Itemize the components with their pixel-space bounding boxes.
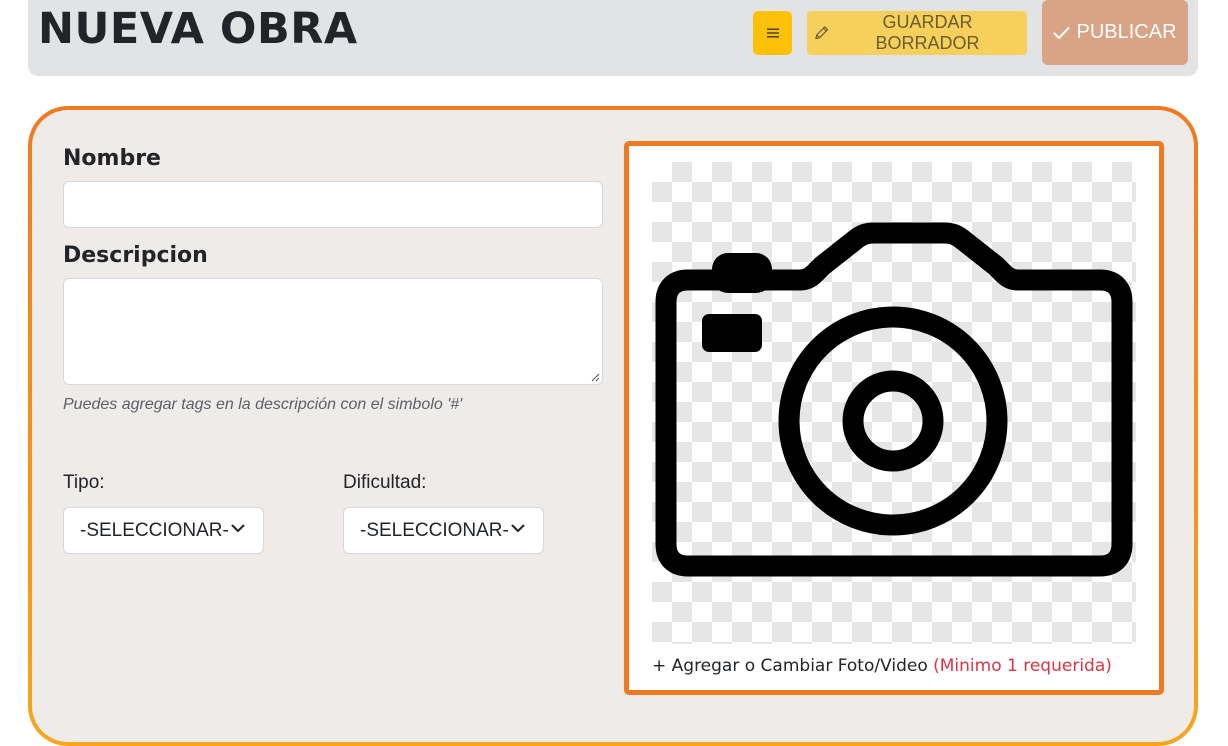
new-work-card: Nombre Descripcion Puedes agregar tags e… — [28, 106, 1198, 746]
type-select[interactable]: -SELECCIONAR- — [63, 507, 264, 554]
top-header: NUEVA OBRA GUARDAR BORRADOR PUBLICAR — [28, 0, 1198, 76]
check-icon — [1053, 26, 1070, 39]
chevron-down-icon — [231, 524, 245, 532]
difficulty-select[interactable]: -SELECCIONAR- — [343, 507, 544, 554]
description-field[interactable] — [63, 278, 603, 385]
publish-label: PUBLICAR — [1076, 21, 1177, 43]
save-draft-label: GUARDAR BORRADOR — [875, 12, 980, 53]
photo-caption: + Agregar o Cambiar Foto/Video (Minimo 1… — [652, 656, 1112, 676]
hamburger-icon — [766, 28, 779, 38]
camera-icon — [655, 222, 1133, 577]
type-selected-value: -SELECCIONAR- — [80, 519, 229, 541]
transparent-preview — [652, 162, 1136, 644]
page-title: NUEVA OBRA — [38, 4, 358, 54]
add-photo-label[interactable]: + Agregar o Cambiar Foto/Video — [652, 656, 928, 676]
photo-upload-area[interactable]: + Agregar o Cambiar Foto/Video (Minimo 1… — [624, 141, 1164, 695]
difficulty-selected-value: -SELECCIONAR- — [360, 519, 509, 541]
type-label: Tipo: — [63, 472, 105, 493]
description-help-text: Puedes agregar tags en la descripción co… — [63, 396, 463, 413]
save-draft-button[interactable]: GUARDAR BORRADOR — [807, 11, 1027, 55]
name-field[interactable] — [63, 181, 603, 228]
resize-handle-icon[interactable] — [590, 372, 600, 382]
description-label: Descripcion — [63, 243, 208, 268]
pencil-icon — [815, 26, 829, 40]
chevron-down-icon — [511, 524, 525, 532]
menu-button[interactable] — [753, 11, 792, 55]
publish-button[interactable]: PUBLICAR — [1042, 0, 1188, 65]
name-label: Nombre — [63, 146, 161, 171]
card-body: Nombre Descripcion Puedes agregar tags e… — [32, 110, 1194, 742]
difficulty-label: Dificultad: — [343, 472, 427, 493]
photo-required-note: (Minimo 1 requerida) — [933, 656, 1112, 676]
